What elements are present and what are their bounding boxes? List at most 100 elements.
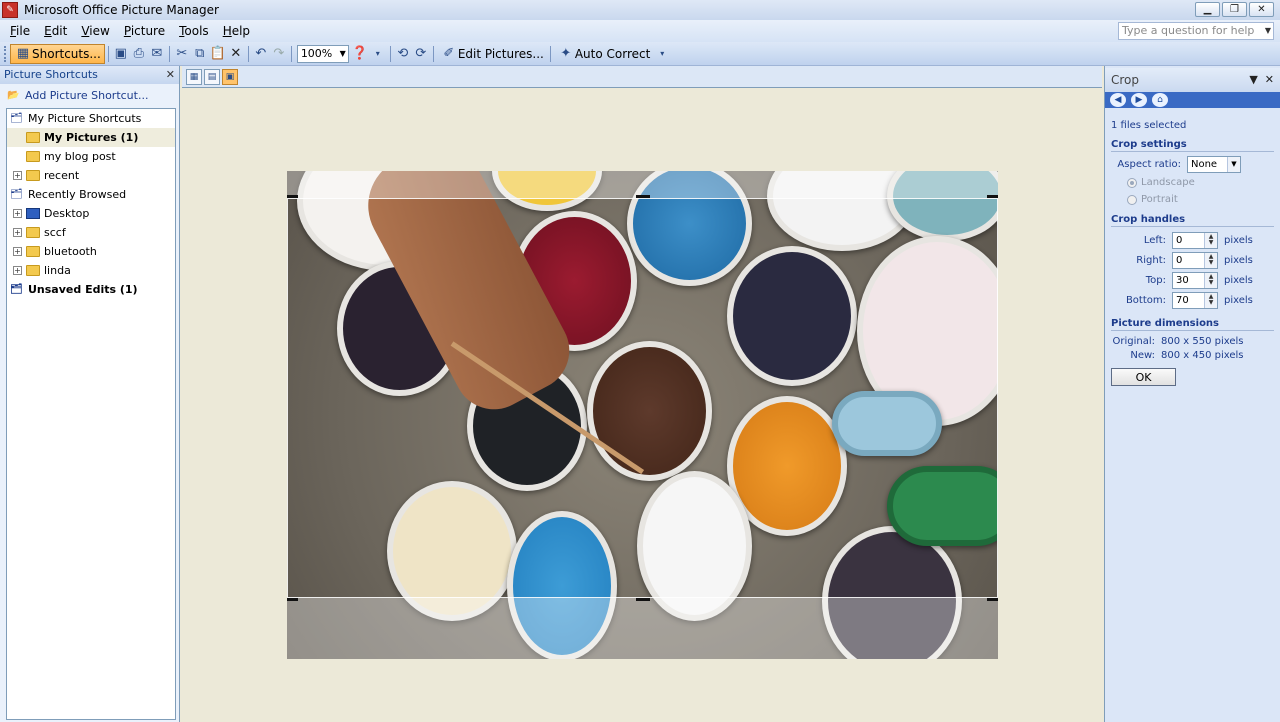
crop-frame[interactable] [287, 198, 998, 598]
tree-item-label: My Pictures (1) [44, 131, 139, 144]
crop-pane-header: Crop ▼ ✕ [1105, 68, 1280, 92]
original-value: 800 x 550 pixels [1161, 335, 1244, 347]
menu-view[interactable]: View [81, 24, 109, 38]
add-picture-shortcut-link[interactable]: 📂 Add Picture Shortcut... [0, 84, 179, 106]
mail-icon[interactable]: ✉ [148, 45, 166, 63]
tree-item-sccf[interactable]: + sccf [7, 223, 175, 242]
bottom-stepper[interactable]: 70 ▲ ▼ [1172, 291, 1218, 309]
portrait-radio[interactable] [1127, 194, 1137, 205]
toolbar-grip[interactable] [4, 45, 7, 62]
picture-preview[interactable] [287, 171, 998, 659]
left-handle-row: Left: 0 ▲ ▼ pixels [1111, 230, 1274, 250]
toolbar-options-icon[interactable]: ▾ [369, 45, 387, 63]
help-search-input[interactable]: Type a question for help ▼ [1118, 22, 1274, 40]
add-shortcut-label: Add Picture Shortcut... [25, 88, 149, 102]
tree-item-my-pictures[interactable]: My Pictures (1) [7, 128, 175, 147]
right-label: Right: [1136, 254, 1166, 266]
ok-button[interactable]: OK [1111, 368, 1176, 386]
save-icon[interactable]: ▣ [112, 45, 130, 63]
redo-icon[interactable]: ↷ [270, 45, 288, 63]
thumbnail-view-icon[interactable]: ▦ [186, 68, 202, 85]
expand-icon[interactable]: + [13, 228, 22, 237]
tree-item-unsaved-edits[interactable]: 🗂 Unsaved Edits (1) [7, 280, 175, 299]
back-icon[interactable]: ◀ [1110, 93, 1126, 107]
stepper-arrows-icon[interactable]: ▲ ▼ [1204, 232, 1217, 248]
rotate-right-icon[interactable]: ⟳ [412, 45, 430, 63]
stepper-arrows-icon[interactable]: ▲ ▼ [1204, 252, 1217, 268]
app-icon: ✎ [2, 2, 18, 18]
tree-item-linda[interactable]: + linda [7, 261, 175, 280]
minimize-button[interactable]: ▁ [1195, 2, 1220, 17]
landscape-option[interactable]: Landscape [1111, 174, 1274, 191]
folder-icon [26, 151, 40, 162]
crop-handle-bottom[interactable] [636, 598, 650, 601]
expand-icon[interactable]: + [13, 171, 22, 180]
menu-bar: File Edit View Picture Tools Help Type a… [0, 20, 1280, 42]
tree-item-recently-browsed[interactable]: 🗂 Recently Browsed [7, 185, 175, 204]
pane-menu-icon[interactable]: ▼ [1249, 73, 1257, 86]
landscape-radio[interactable] [1127, 177, 1137, 188]
restore-button[interactable]: ❐ [1222, 2, 1247, 17]
cut-icon[interactable]: ✂ [173, 45, 191, 63]
auto-correct-button[interactable]: ✦ Auto Correct [554, 44, 653, 64]
toolbar-separator [549, 45, 551, 62]
stepper-arrows-icon[interactable]: ▲ ▼ [1204, 272, 1217, 288]
expand-icon[interactable]: + [13, 209, 22, 218]
print-icon[interactable]: ⎙ [130, 45, 148, 63]
top-label: Top: [1145, 274, 1166, 286]
close-window-button[interactable]: ✕ [1249, 2, 1274, 17]
expand-icon[interactable]: + [13, 266, 22, 275]
chevron-down-icon[interactable]: ▼ [1265, 23, 1271, 39]
crop-handle-bottom-left[interactable] [287, 598, 298, 601]
expand-icon[interactable]: + [13, 247, 22, 256]
crop-handle-top-left[interactable] [287, 195, 298, 198]
shortcuts-button[interactable]: ▦ Shortcuts... [10, 43, 105, 64]
crop-pane-title: Crop [1111, 73, 1140, 87]
toolbar-separator [432, 45, 434, 62]
help-icon[interactable]: ❓ [351, 45, 369, 63]
files-selected-text: 1 files selected [1111, 120, 1187, 131]
left-stepper[interactable]: 0 ▲ ▼ [1172, 231, 1218, 249]
tree-item-my-picture-shortcuts[interactable]: 🗂 My Picture Shortcuts [7, 109, 175, 128]
undo-icon[interactable]: ↶ [252, 45, 270, 63]
right-stepper[interactable]: 0 ▲ ▼ [1172, 251, 1218, 269]
menu-help[interactable]: Help [223, 24, 250, 38]
rotate-left-icon[interactable]: ⟲ [394, 45, 412, 63]
forward-icon[interactable]: ▶ [1131, 93, 1147, 107]
tree-item-my-blog-post[interactable]: my blog post [7, 147, 175, 166]
aspect-ratio-select[interactable]: None ▼ [1187, 155, 1241, 173]
close-icon[interactable]: ✕ [1265, 73, 1274, 86]
aspect-ratio-value: None [1191, 158, 1218, 170]
stepper-arrows-icon[interactable]: ▲ ▼ [1204, 292, 1217, 308]
zoom-select[interactable]: 100% ▼ [296, 44, 349, 63]
portrait-option[interactable]: Portrait [1111, 191, 1274, 208]
filmstrip-view-icon[interactable]: ▤ [204, 68, 220, 85]
right-value: 0 [1176, 254, 1183, 266]
chevron-down-icon[interactable]: ▼ [340, 46, 346, 62]
desktop-icon [26, 208, 40, 219]
tree-item-desktop[interactable]: + Desktop [7, 204, 175, 223]
crop-handle-bottom-right[interactable] [987, 598, 998, 601]
edit-pictures-button[interactable]: ✐ Edit Pictures... [437, 44, 547, 64]
top-handle-row: Top: 30 ▲ ▼ pixels [1111, 270, 1274, 290]
pane-controls: ▼ ✕ [1249, 68, 1274, 92]
top-stepper[interactable]: 30 ▲ ▼ [1172, 271, 1218, 289]
tree-item-recent[interactable]: + recent [7, 166, 175, 185]
crop-settings-heading: Crop settings [1111, 139, 1274, 152]
edit-pictures-label: Edit Pictures... [457, 46, 544, 61]
menu-edit[interactable]: Edit [44, 24, 67, 38]
tree-item-bluetooth[interactable]: + bluetooth [7, 242, 175, 261]
crop-handle-top[interactable] [636, 195, 650, 198]
close-icon[interactable]: ✕ [166, 66, 175, 84]
menu-file[interactable]: File [10, 24, 30, 38]
delete-icon[interactable]: ✕ [227, 45, 245, 63]
menu-picture[interactable]: Picture [124, 24, 165, 38]
paste-icon[interactable]: 📋 [209, 45, 227, 63]
copy-icon[interactable]: ⧉ [191, 45, 209, 63]
menu-tools[interactable]: Tools [179, 24, 209, 38]
toolbar-options-icon[interactable]: ▾ [653, 45, 671, 63]
home-icon[interactable]: ⌂ [1152, 93, 1168, 107]
crop-handle-top-right[interactable] [987, 195, 998, 198]
single-picture-view-icon[interactable]: ▣ [222, 68, 238, 85]
chevron-down-icon[interactable]: ▼ [1227, 156, 1240, 172]
